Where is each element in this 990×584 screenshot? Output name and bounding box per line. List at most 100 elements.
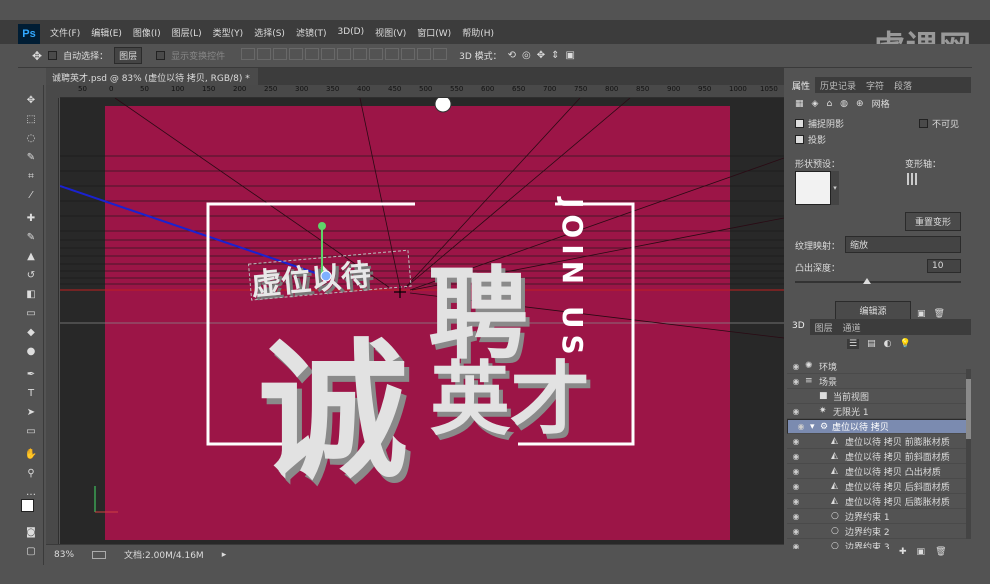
- distribute-top-icon[interactable]: [337, 48, 352, 60]
- foreground-color-swatch[interactable]: [21, 499, 34, 512]
- 3d-roll-icon[interactable]: ◎: [522, 50, 531, 61]
- workspace[interactable]: 虚位以待 虚位以待 诚 诚 聘 聘 英才 英才 JOIN US: [60, 98, 784, 544]
- brush-tool-icon[interactable]: ✎: [23, 230, 39, 244]
- document-tab[interactable]: 诚聘英才.psd @ 83% (虚位以待 拷贝, RGB/8) * ×: [46, 68, 258, 94]
- edit-source-button[interactable]: 编辑源: [835, 301, 911, 320]
- extrude-depth-slider[interactable]: [795, 281, 961, 283]
- menu-help[interactable]: 帮助(H): [462, 26, 494, 39]
- type-tool-icon[interactable]: T: [23, 386, 39, 400]
- vertical-ruler[interactable]: [46, 98, 59, 544]
- menu-file[interactable]: 文件(F): [50, 26, 80, 39]
- visibility-eye-icon[interactable]: ◉: [787, 482, 805, 491]
- path-select-tool-icon[interactable]: ➤: [23, 405, 39, 419]
- 3d-scale-icon[interactable]: ▣: [566, 50, 575, 61]
- auto-align-icon[interactable]: [433, 48, 448, 60]
- tab-layers[interactable]: 图层: [810, 319, 838, 335]
- 3d-rotate-icon[interactable]: ⟲: [508, 50, 516, 61]
- scrollbar-thumb[interactable]: [966, 379, 971, 439]
- material-prop-icon[interactable]: ◍: [840, 99, 848, 109]
- move-tool-icon[interactable]: ✥: [23, 93, 39, 107]
- list-item[interactable]: ◉ ▾ ⚙ 虚位以待 拷贝: [787, 419, 967, 434]
- tab-3d[interactable]: 3D: [787, 319, 810, 335]
- align-left-icon[interactable]: [289, 48, 304, 60]
- zoom-tool-icon[interactable]: ⚲: [23, 466, 39, 480]
- extrude-depth-slider-thumb[interactable]: [863, 278, 871, 284]
- move-tool-icon[interactable]: ✥: [32, 49, 42, 63]
- list-item[interactable]: ◉ ◭ 虚位以待 拷贝 前膨胀材质: [787, 434, 967, 449]
- status-menu-arrow-icon[interactable]: ▸: [222, 550, 227, 560]
- 3d-slide-icon[interactable]: ⇕: [551, 50, 559, 61]
- expand-arrow-icon[interactable]: ▾: [810, 422, 820, 432]
- list-item[interactable]: ◉ ○ 边界约束 1: [787, 509, 967, 524]
- reset-deform-button[interactable]: 重置变形: [905, 212, 961, 231]
- menu-edit[interactable]: 编辑(E): [91, 26, 122, 39]
- visibility-eye-icon[interactable]: ◉: [787, 362, 805, 371]
- catch-shadow-checkbox[interactable]: [795, 119, 804, 128]
- cast-shadow-checkbox[interactable]: [795, 135, 804, 144]
- panel3d-scrollbar[interactable]: [966, 369, 971, 539]
- gradient-tool-icon[interactable]: ▭: [23, 306, 39, 320]
- filter-scene-icon[interactable]: ☰: [847, 339, 860, 349]
- zoom-level[interactable]: 83%: [54, 550, 74, 560]
- visibility-eye-icon[interactable]: ◉: [787, 377, 805, 386]
- marquee-tool-icon[interactable]: ⬚: [23, 112, 39, 126]
- list-item[interactable]: ◉ ○ 边界约束 2: [787, 524, 967, 539]
- tab-character[interactable]: 字符: [861, 77, 889, 93]
- visibility-eye-icon[interactable]: ◉: [787, 512, 805, 521]
- menu-type[interactable]: 类型(Y): [213, 26, 244, 39]
- visibility-eye-icon[interactable]: ◉: [787, 467, 805, 476]
- 3d-pan-icon[interactable]: ✥: [537, 50, 545, 61]
- tab-paragraph[interactable]: 段落: [889, 77, 917, 93]
- eraser-tool-icon[interactable]: ◧: [23, 287, 39, 301]
- filter-material-icon[interactable]: ◐: [884, 339, 892, 349]
- tab-channels[interactable]: 通道: [838, 319, 866, 335]
- texture-map-dropdown[interactable]: 缩放: [845, 236, 961, 253]
- distribute-vcenter-icon[interactable]: [353, 48, 368, 60]
- menu-window[interactable]: 窗口(W): [417, 26, 451, 39]
- shape-preset-thumbnail[interactable]: [795, 171, 831, 205]
- list-item[interactable]: ◉ ≡ 场景: [787, 374, 967, 389]
- visibility-eye-icon[interactable]: ◉: [787, 437, 805, 446]
- invisible-checkbox[interactable]: [919, 119, 928, 128]
- render-icon[interactable]: ▣: [917, 547, 926, 557]
- edit-toolbar-icon[interactable]: …: [23, 485, 39, 499]
- visibility-eye-icon[interactable]: ◉: [787, 452, 805, 461]
- shape-tool-icon[interactable]: ▭: [23, 424, 39, 438]
- blur-tool-icon[interactable]: ◆: [23, 325, 39, 339]
- add-object-icon[interactable]: ✚: [899, 547, 907, 557]
- visibility-eye-icon[interactable]: ◉: [787, 542, 805, 550]
- align-hcenter-icon[interactable]: [305, 48, 320, 60]
- stamp-tool-icon[interactable]: ▲: [23, 249, 39, 263]
- healing-tool-icon[interactable]: ✚: [23, 211, 39, 225]
- menu-layer[interactable]: 图层(L): [172, 26, 202, 39]
- quick-select-tool-icon[interactable]: ✎: [23, 150, 39, 164]
- hand-tool-icon[interactable]: ✋: [23, 447, 39, 461]
- status-icon[interactable]: [92, 550, 107, 559]
- auto-select-checkbox[interactable]: [48, 51, 58, 60]
- distribute-left-icon[interactable]: [385, 48, 400, 60]
- menu-select[interactable]: 选择(S): [254, 26, 285, 39]
- list-item[interactable]: ◉ ◭ 虚位以待 拷贝 凸出材质: [787, 464, 967, 479]
- tab-properties[interactable]: 属性: [787, 77, 816, 93]
- align-right-icon[interactable]: [321, 48, 336, 60]
- filter-light-icon[interactable]: 💡: [899, 339, 910, 349]
- align-top-icon[interactable]: [241, 48, 256, 60]
- auto-select-dropdown[interactable]: 图层: [114, 47, 143, 64]
- delete-icon[interactable]: 🗑: [935, 547, 946, 557]
- menu-3d[interactable]: 3D(D): [337, 27, 364, 37]
- list-item[interactable]: ◉ ✺ 环境: [787, 359, 967, 374]
- list-item[interactable]: ◉ ◭ 虚位以待 拷贝 后斜面材质: [787, 479, 967, 494]
- deform-prop-icon[interactable]: ◈: [812, 99, 819, 109]
- tab-history[interactable]: 历史记录: [815, 77, 861, 93]
- menu-view[interactable]: 视图(V): [375, 26, 406, 39]
- list-item[interactable]: ◉ ✷ 无限光 1: [787, 404, 967, 419]
- shape-preset-dropdown-icon[interactable]: ▾: [831, 171, 839, 205]
- coords-prop-icon[interactable]: ⊕: [856, 99, 864, 109]
- filter-mesh-icon[interactable]: ▤: [867, 339, 876, 349]
- cap-prop-icon[interactable]: ⌂: [826, 99, 832, 109]
- align-vcenter-icon[interactable]: [257, 48, 272, 60]
- visibility-eye-icon[interactable]: ◉: [787, 497, 805, 506]
- list-item[interactable]: ◉ ◭ 虚位以待 拷贝 前斜面材质: [787, 449, 967, 464]
- distribute-hcenter-icon[interactable]: [401, 48, 416, 60]
- horizontal-ruler[interactable]: 50 0 50 100 150 200 250 300 350 400 450 …: [60, 85, 784, 98]
